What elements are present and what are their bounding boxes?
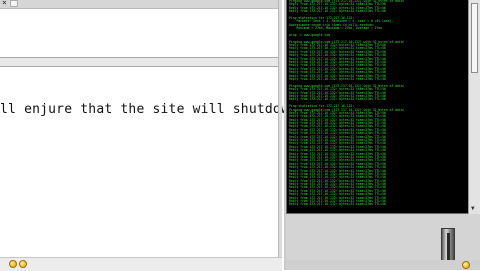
chat-scrollbar[interactable]	[278, 0, 282, 270]
chat-window: × ll enjure that the site will shutdown …	[0, 0, 340, 271]
terminal-line: Reply from 172.217.16.132: bytes=32 time…	[289, 202, 386, 207]
terminal-output[interactable]: Pinging www.google.com [172.217.16.132] …	[286, 0, 468, 214]
restore-button[interactable]	[10, 0, 18, 7]
terminal-status-strip	[286, 260, 480, 270]
conversation-pane[interactable]	[0, 9, 278, 57]
close-icon[interactable]: ×	[2, 0, 7, 7]
emoticon-icon[interactable]	[19, 260, 27, 268]
chat-status-bar	[0, 257, 282, 271]
status-orb-icon[interactable]	[462, 261, 470, 269]
scrollbar-thumb[interactable]	[471, 3, 478, 73]
scroll-down-icon[interactable]: ▼	[471, 205, 475, 212]
tower-icon[interactable]	[441, 228, 455, 264]
terminal-scrollbar[interactable]: ▼	[468, 0, 480, 214]
terminal-window: Pinging www.google.com [172.217.16.132] …	[284, 0, 480, 270]
pane-splitter[interactable]	[0, 57, 278, 67]
smiley-icon[interactable]	[9, 260, 17, 268]
chat-title-bar: ×	[0, 0, 282, 9]
